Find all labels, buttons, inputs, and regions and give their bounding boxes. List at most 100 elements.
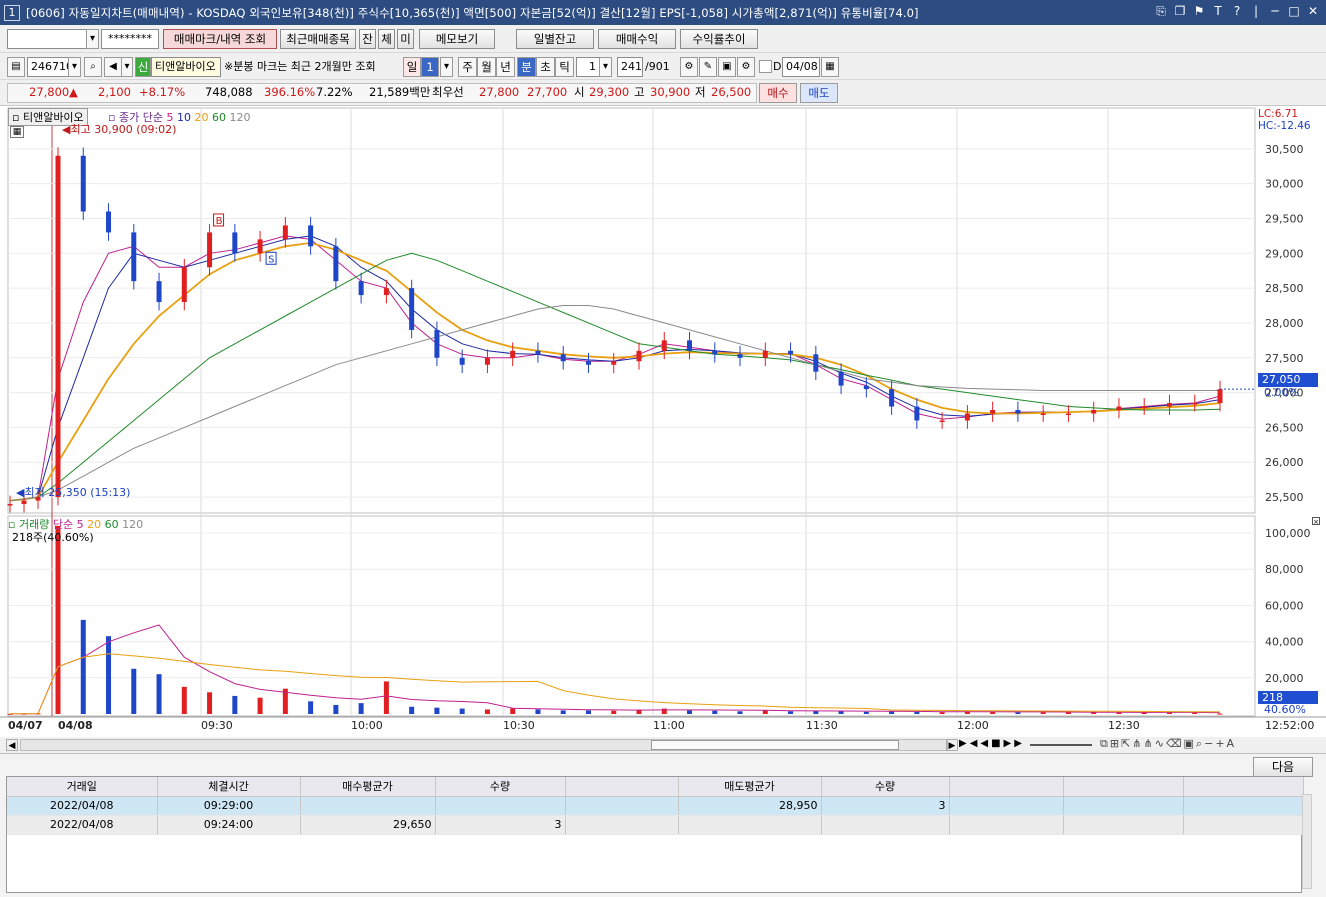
volume-bar (156, 674, 162, 714)
row-empty (1063, 796, 1184, 816)
chart-tools[interactable]: ⧉⊞⇱⋔⋔∿⌫▣⌕−+A (1100, 737, 1236, 751)
pin-icon[interactable]: ⚑ (1192, 4, 1206, 19)
candle-body (358, 281, 364, 296)
close-icon[interactable]: ✕ (1306, 4, 1320, 19)
speaker-icon[interactable]: ◀ (104, 57, 122, 77)
link-icon[interactable]: ⎘ (1154, 4, 1168, 19)
tool-settings-icon[interactable]: ⚙ (680, 57, 698, 77)
price-tick-label: 29,500 (1265, 212, 1304, 225)
chevron-down-icon[interactable]: ▾ (86, 29, 99, 49)
candle-body (181, 267, 187, 303)
rewind-icon[interactable]: ◀◀ (970, 738, 991, 749)
period-dropdown-icon[interactable]: ▾ (440, 57, 453, 77)
minus-icon[interactable]: − (1204, 737, 1215, 750)
buy-button[interactable]: 매수 (759, 83, 797, 103)
save-icon[interactable]: ▣ (718, 57, 736, 77)
stop-icon[interactable]: ■ (991, 738, 1003, 749)
scroll-right-icon[interactable]: ▶ (946, 739, 958, 751)
period-week-button[interactable]: 주 (458, 57, 477, 77)
horizontal-scrollbar[interactable] (20, 739, 948, 751)
volume-bar (914, 711, 920, 714)
candle-body (131, 232, 137, 282)
col-sell-qty[interactable]: 수량 (821, 777, 950, 797)
fast-forward-icon[interactable]: ▶▶ (1004, 738, 1025, 749)
date-input[interactable]: 04/08 (782, 57, 820, 77)
date-checkbox[interactable] (759, 60, 772, 73)
curve-icon[interactable]: ∿ (1155, 737, 1166, 750)
play-icon[interactable]: ▶ (959, 738, 970, 749)
password-field[interactable]: ******** (101, 29, 159, 49)
sell-button[interactable]: 매도 (800, 83, 838, 103)
layout-icon[interactable]: ▤ (7, 57, 25, 77)
col-buy-price[interactable]: 매수평균가 (300, 777, 436, 797)
zoom-slider[interactable] (1030, 744, 1092, 746)
candle-body (1141, 406, 1147, 409)
trade-profit-button[interactable]: 매매수익 (598, 29, 676, 49)
account-select[interactable] (7, 29, 87, 49)
font-icon[interactable]: A (1227, 737, 1237, 750)
candle-body (257, 239, 263, 254)
maximize-icon[interactable]: □ (1287, 4, 1301, 19)
candle-body (1192, 403, 1198, 405)
zoom-icon[interactable]: ⌕ (1196, 737, 1204, 750)
interval-dropdown-icon[interactable]: ▾ (599, 57, 612, 77)
window-icon[interactable]: ⧉ (1100, 737, 1110, 750)
col-buy-qty[interactable]: 수량 (435, 777, 566, 797)
eraser-icon[interactable]: ⌫ (1166, 737, 1184, 750)
candle-body (383, 288, 389, 296)
table-toggle-icon[interactable]: ▦ (10, 126, 24, 138)
next-button[interactable]: 다음 (1253, 757, 1313, 777)
scroll-thumb[interactable] (651, 740, 899, 750)
chart-svg[interactable]: 30,500 30,000 29,500 29,000 28,500 28,000 27,5… (0, 106, 1326, 738)
chart-area[interactable]: 30,500 30,000 29,500 29,000 28,500 28,000 27,5… (0, 106, 1326, 738)
help-icon[interactable]: ? (1230, 4, 1244, 19)
speaker-dropdown-icon[interactable]: ▾ (121, 57, 133, 77)
playback-controls[interactable]: ▶◀◀■▶▶ (959, 738, 1025, 749)
stock-code-input[interactable]: 246710 (27, 57, 69, 77)
volume-bar (409, 706, 415, 714)
volume-bar (333, 704, 339, 714)
minimize-icon[interactable]: ─ (1268, 4, 1282, 19)
row-empty (1183, 815, 1304, 835)
period-second-button[interactable]: 초 (536, 57, 555, 77)
count-input[interactable]: 241 (617, 57, 643, 77)
search-icon[interactable]: ⌕ (84, 57, 102, 77)
trade-table[interactable]: 거래일 체결시간 매수평균가 수량 매도평균가 수량 2022/04/08 09… (6, 776, 1304, 893)
col-date[interactable]: 거래일 (7, 777, 158, 797)
scroll-left-icon[interactable]: ◀ (6, 739, 18, 751)
period-year-button[interactable]: 년 (496, 57, 515, 77)
table-row[interactable]: 2022/04/08 09:24:00 29,650 3 (7, 815, 1304, 835)
daily-balance-button[interactable]: 일별잔고 (516, 29, 594, 49)
recent-trades-button[interactable]: 최근매매종목 (280, 29, 356, 49)
interval-input[interactable]: 1 (576, 57, 600, 77)
period-month-button[interactable]: 월 (477, 57, 496, 77)
memo-button[interactable]: 메모보기 (419, 29, 495, 49)
return-trend-button[interactable]: 수익률추이 (680, 29, 758, 49)
volume-panel-frame (7, 515, 1256, 717)
fork-tool-icon[interactable]: ⋔ (1132, 737, 1143, 750)
col-time[interactable]: 체결시간 (157, 777, 301, 797)
table-row[interactable]: 2022/04/08 09:29:00 28,950 3 (7, 796, 1304, 816)
trade-mark-query-button[interactable]: 매매마크/내역 조회 (163, 29, 277, 49)
draw-icon[interactable]: ✎ (699, 57, 717, 77)
camera-icon[interactable]: ▣ (1184, 737, 1196, 750)
text-icon[interactable]: T (1211, 4, 1225, 19)
executed-button[interactable]: 체 (378, 29, 395, 49)
col-sell-price[interactable]: 매도평균가 (678, 777, 822, 797)
period-minute-button[interactable]: 분 (517, 57, 536, 77)
copy-icon[interactable]: ❐ (1173, 4, 1187, 19)
period-value[interactable]: 1 (421, 57, 439, 77)
code-dropdown-icon[interactable]: ▾ (68, 57, 81, 77)
fork-alt-icon[interactable]: ⋔ (1144, 737, 1155, 750)
vertical-scrollbar[interactable] (1302, 794, 1312, 889)
candle-body (1217, 389, 1223, 404)
cascade-icon[interactable]: ⊞ (1110, 737, 1121, 750)
unfilled-button[interactable]: 미 (397, 29, 414, 49)
gear-icon[interactable]: ⚙ (737, 57, 755, 77)
panel-close-icon[interactable]: × (1312, 517, 1320, 526)
line-tool-icon[interactable]: ⇱ (1121, 737, 1132, 750)
balance-button[interactable]: 잔 (359, 29, 376, 49)
period-tick-button[interactable]: 틱 (555, 57, 574, 77)
plus-icon[interactable]: + (1215, 737, 1226, 750)
calendar-icon[interactable]: ▦ (821, 57, 839, 77)
